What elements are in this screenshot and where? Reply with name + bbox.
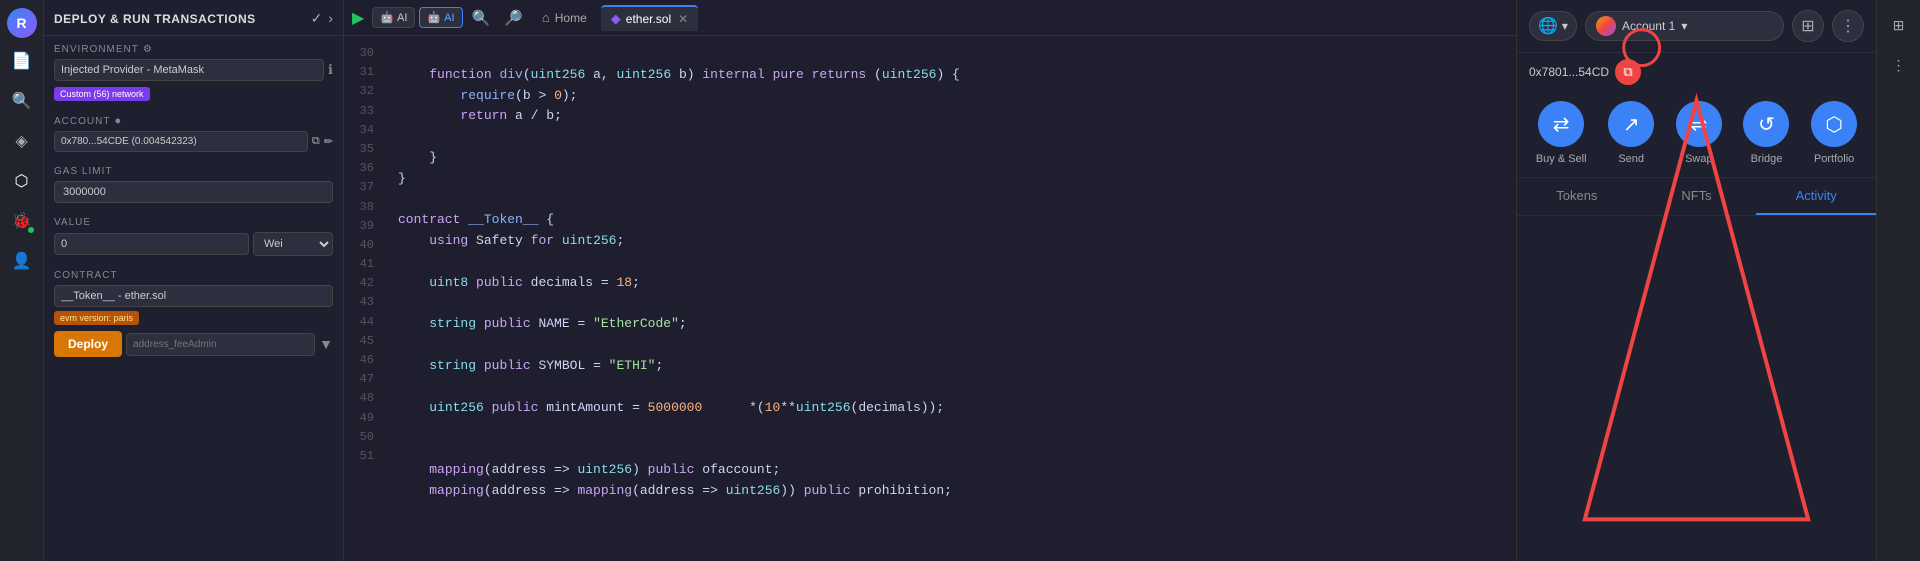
code-area: 3031323334 3536373839 4041424344 4546474… (344, 36, 1516, 561)
portfolio-label: Portfolio (1814, 153, 1854, 165)
contract-select[interactable]: __Token__ - ether.sol (54, 285, 333, 307)
right-sidebar-icon-2[interactable]: ⋮ (1882, 48, 1916, 82)
metamask-panel: 🌐 ▾ Account 1 ▾ ⊞ ⋮ 0x7801...54CD ⧉ ⇄ Bu… (1516, 0, 1876, 561)
deploy-button[interactable]: Deploy (54, 331, 122, 357)
deploy-caret-icon[interactable]: ▼ (319, 336, 333, 352)
tab-activity[interactable]: Activity (1756, 178, 1876, 215)
mm-header: 🌐 ▾ Account 1 ▾ ⊞ ⋮ (1517, 0, 1876, 53)
value-label: VALUE (44, 209, 343, 232)
editor-tabs: ▶ 🤖 AI 🤖 AI 🔍 🔎 ⌂ Home ◆ ether.sol ✕ (344, 0, 1516, 36)
mm-actions-row: ⇄ Buy & Sell ↗ Send ⇌ Swap ↺ Bridge ⬡ Po… (1517, 89, 1876, 178)
code-content[interactable]: function div(uint256 a, uint256 b) inter… (382, 36, 1516, 561)
deploy-header-icons: ✓ › (311, 10, 333, 27)
buy-sell-label: Buy & Sell (1536, 153, 1587, 165)
sidebar-plugin-icon[interactable]: 👤 (5, 244, 39, 278)
chevron-down-icon: ▾ (1562, 19, 1568, 33)
deploy-header: DEPLOY & RUN TRANSACTIONS ✓ › (44, 0, 343, 36)
send-label: Send (1618, 153, 1644, 165)
copy-account-icon[interactable]: ⧉ (312, 135, 320, 148)
account-label: ACCOUNT ● (44, 107, 343, 131)
send-icon: ↗ (1608, 101, 1654, 147)
environment-select-wrap: Injected Provider - MetaMask ℹ (44, 59, 343, 87)
check-icon[interactable]: ✓ (311, 10, 323, 27)
search-btn-2[interactable]: 🔎 (499, 7, 528, 29)
buy-sell-icon: ⇄ (1538, 101, 1584, 147)
portfolio-icon: ⬡ (1811, 101, 1857, 147)
deploy-panel: DEPLOY & RUN TRANSACTIONS ✓ › ENVIRONMEN… (44, 0, 344, 561)
mm-grid-button[interactable]: ⊞ (1792, 10, 1824, 42)
environment-label: ENVIRONMENT ⚙ (44, 36, 343, 59)
value-row: Wei (44, 232, 343, 262)
ai-button-2[interactable]: 🤖 AI (419, 7, 462, 28)
ai-button-1[interactable]: 🤖 AI (372, 7, 415, 28)
sol-tab-icon: ◆ (611, 11, 621, 27)
edit-account-icon[interactable]: ✏ (324, 135, 333, 148)
left-sidebar: R 📄 🔍 ◈ ⬡ 🐞 👤 (0, 0, 44, 561)
swap-action[interactable]: ⇌ Swap (1676, 101, 1722, 165)
mm-address-text: 0x7801...54CD (1529, 65, 1609, 79)
portfolio-action[interactable]: ⬡ Portfolio (1811, 101, 1857, 165)
right-sidebar: ⊞ ⋮ (1876, 0, 1920, 561)
account-chevron-icon: ▾ (1681, 19, 1687, 33)
bridge-action[interactable]: ↺ Bridge (1743, 101, 1789, 165)
contract-label: CONTRACT (44, 262, 343, 285)
chevron-right-icon[interactable]: › (328, 10, 333, 27)
right-sidebar-icon-1[interactable]: ⊞ (1882, 8, 1916, 42)
network-icon: 🌐 (1538, 16, 1558, 36)
sidebar-git-icon[interactable]: ◈ (5, 124, 39, 158)
env-info-btn[interactable]: ℹ (328, 62, 333, 78)
env-info-icon[interactable]: ⚙ (143, 44, 153, 55)
tab-tokens[interactable]: Tokens (1517, 178, 1637, 215)
account-info-icon[interactable]: ● (114, 115, 122, 127)
home-tab-icon: ⌂ (542, 10, 550, 25)
evm-version-badge: evm version: paris (54, 311, 139, 325)
account-name: Account 1 (1622, 19, 1675, 33)
sidebar-file-icon[interactable]: 📄 (5, 44, 39, 78)
value-unit-select[interactable]: Wei (253, 232, 333, 256)
mm-tabs: Tokens NFTs Activity (1517, 178, 1876, 216)
account-row: ⧉ ✏ (44, 131, 343, 158)
deploy-panel-title: DEPLOY & RUN TRANSACTIONS (54, 12, 305, 26)
bridge-icon: ↺ (1743, 101, 1789, 147)
gas-limit-label: GAS LIMIT (44, 158, 343, 181)
gas-limit-input[interactable] (54, 181, 333, 203)
value-input[interactable] (54, 233, 249, 255)
tab-home[interactable]: ⌂ Home (532, 6, 597, 29)
environment-select[interactable]: Injected Provider - MetaMask (54, 59, 324, 81)
ai-icon-1: 🤖 (380, 11, 394, 24)
code-editor: ▶ 🤖 AI 🤖 AI 🔍 🔎 ⌂ Home ◆ ether.sol ✕ 303… (344, 0, 1516, 561)
line-numbers: 3031323334 3536373839 4041424344 4546474… (344, 36, 382, 561)
mm-network-button[interactable]: 🌐 ▾ (1529, 11, 1577, 41)
sidebar-search-icon[interactable]: 🔍 (5, 84, 39, 118)
tab-nfts[interactable]: NFTs (1637, 178, 1757, 215)
bridge-label: Bridge (1751, 153, 1783, 165)
buy-sell-action[interactable]: ⇄ Buy & Sell (1536, 101, 1587, 165)
swap-icon: ⇌ (1676, 101, 1722, 147)
deploy-address-input[interactable] (126, 333, 315, 356)
copy-address-button[interactable]: ⧉ (1615, 59, 1641, 85)
swap-label: Swap (1685, 153, 1713, 165)
sidebar-deploy-icon[interactable]: ⬡ (5, 164, 39, 198)
ai-icon-2: 🤖 (427, 11, 441, 24)
tab-ether-sol[interactable]: ◆ ether.sol ✕ (601, 5, 698, 31)
account-avatar (1596, 16, 1616, 36)
mm-menu-button[interactable]: ⋮ (1832, 10, 1864, 42)
mm-account-button[interactable]: Account 1 ▾ (1585, 11, 1784, 41)
deploy-row: Deploy ▼ (44, 331, 343, 363)
account-input[interactable] (54, 131, 308, 152)
sidebar-debug-icon[interactable]: 🐞 (5, 204, 39, 238)
custom-network-badge: Custom (56) network (54, 87, 150, 101)
run-icon[interactable]: ▶ (352, 8, 364, 28)
search-btn-1[interactable]: 🔍 (467, 7, 496, 29)
send-action[interactable]: ↗ Send (1608, 101, 1654, 165)
tab-close-icon[interactable]: ✕ (678, 12, 688, 26)
mm-address-row: 0x7801...54CD ⧉ (1517, 53, 1876, 89)
brand-icon[interactable]: R (7, 8, 37, 38)
